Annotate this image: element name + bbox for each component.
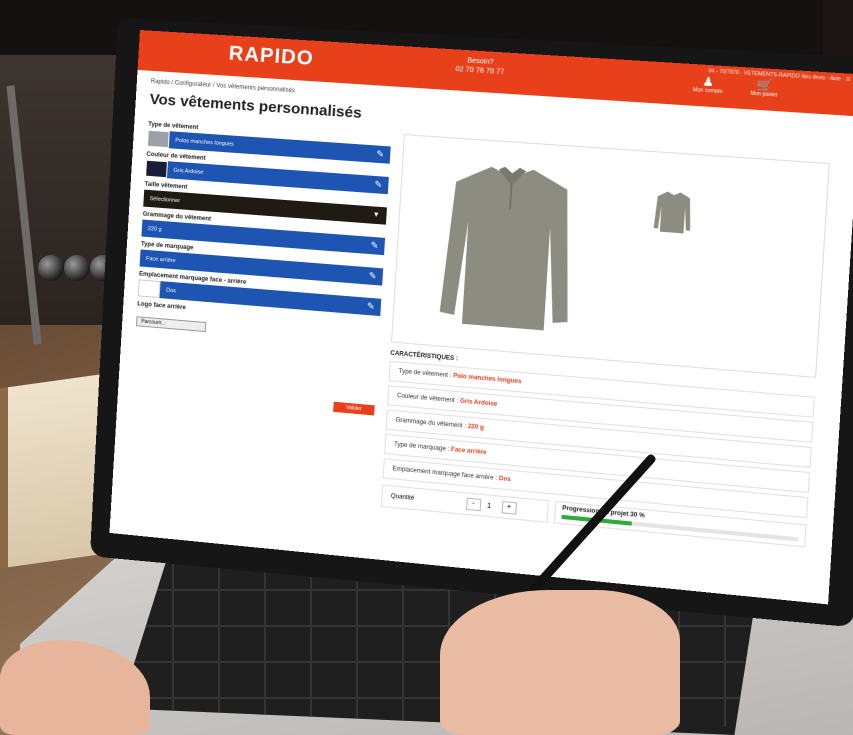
- progress-percent: 30 %: [629, 512, 645, 520]
- garment-thumbnail: [146, 129, 170, 149]
- field-value: Polos manches longues: [175, 137, 234, 148]
- edit-icon[interactable]: ✎: [376, 149, 384, 161]
- account-label: Mon compte: [692, 86, 723, 96]
- cradle-ball: [38, 255, 64, 281]
- cradle-frame: [6, 85, 42, 345]
- configurator-form: Type de vêtement Polos manches longues ✎…: [135, 117, 392, 416]
- product-panel: CARACTÉRISTIQUES : Type de vêtement : Po…: [380, 134, 830, 548]
- cart-label: Mon panier: [750, 90, 778, 99]
- phone-block[interactable]: Besoin? 02 70 78 78 77: [433, 54, 528, 78]
- edit-icon[interactable]: ✎: [368, 270, 376, 282]
- edit-icon[interactable]: ✎: [370, 240, 378, 252]
- color-swatch: [145, 159, 168, 179]
- characteristic-label: Couleur de vêtement :: [396, 393, 459, 405]
- account-button[interactable]: ♟ Mon compte: [686, 74, 730, 95]
- chevron-down-icon: ▾: [373, 209, 379, 220]
- characteristic-label: Grammage du vêtement :: [395, 417, 467, 430]
- field-value: Face arrière: [145, 255, 176, 264]
- characteristic-value: Gris Ardoise: [459, 398, 498, 408]
- product-preview: [391, 134, 830, 378]
- quantity-label: Quantité: [390, 493, 415, 502]
- laptop-screen: RAPIDO Besoin? 02 70 78 78 77 04 - 70/78…: [109, 30, 853, 605]
- field-value: Sélectionner: [149, 195, 181, 204]
- characteristic-label: Type de vêtement :: [398, 368, 452, 380]
- right-hand: [440, 590, 680, 735]
- cart-button[interactable]: 🛒 Mon panier: [742, 77, 787, 100]
- cradle-ball: [64, 255, 90, 281]
- characteristic-value: Polo manches longues: [452, 373, 522, 386]
- position-thumbnail: [137, 279, 161, 299]
- edit-icon[interactable]: ✎: [367, 301, 375, 313]
- characteristic-label: Emplacement marquage face arrière :: [392, 466, 498, 482]
- edit-icon[interactable]: ✎: [374, 179, 382, 191]
- quantity-value[interactable]: 1: [480, 502, 497, 511]
- shirt-image: [439, 163, 577, 333]
- characteristic-value: Dos: [498, 475, 511, 484]
- quantity-plus-button[interactable]: +: [501, 500, 517, 515]
- field-value: Dos: [165, 287, 177, 294]
- logo-upload-button[interactable]: Parcourir...: [135, 316, 207, 333]
- submit-button[interactable]: Valider: [333, 401, 375, 416]
- shirt-thumbnail[interactable]: [652, 189, 693, 235]
- characteristic-value: 220 g: [467, 423, 484, 432]
- field-value: Gris Ardoise: [173, 167, 204, 176]
- field-value: 220 g: [147, 225, 162, 233]
- site-logo[interactable]: RAPIDO: [228, 43, 314, 72]
- characteristic-label: Type de marquage :: [393, 441, 450, 453]
- quantity-minus-button[interactable]: -: [465, 497, 482, 512]
- characteristic-value: Face arrière: [450, 446, 487, 457]
